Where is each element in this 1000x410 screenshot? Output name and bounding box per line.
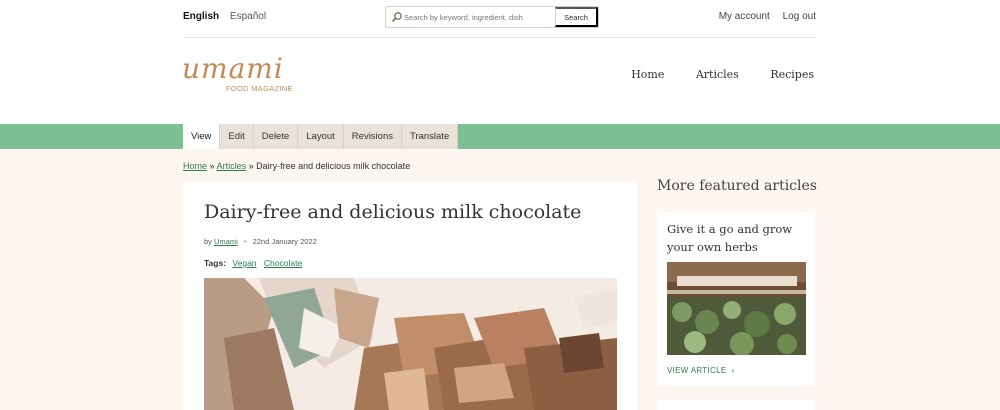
breadcrumb-articles[interactable]: Articles — [217, 161, 247, 171]
breadcrumb-home[interactable]: Home — [183, 161, 207, 171]
logo-wordmark: umami — [182, 52, 284, 85]
view-article-label: VIEW ARTICLE — [667, 366, 727, 375]
tab-translate[interactable]: Translate — [401, 124, 459, 149]
language-english[interactable]: English — [183, 11, 219, 22]
featured-article-card[interactable]: Give it a go and grow your own herbs VIE… — [657, 212, 815, 386]
featured-article-card-next[interactable] — [657, 400, 815, 410]
meta-separator-dot: • — [243, 237, 247, 246]
chevron-right-icon: › — [729, 366, 735, 375]
tag-chocolate[interactable]: Chocolate — [264, 258, 302, 268]
author-link[interactable]: Umami — [214, 237, 238, 246]
featured-article-image — [667, 262, 806, 355]
my-account-link[interactable]: My account — [719, 11, 770, 22]
logout-link[interactable]: Log out — [783, 11, 816, 22]
article-meta: by Umami • 22nd January 2022 — [204, 237, 317, 246]
language-spanish[interactable]: Español — [230, 11, 266, 22]
tabs-band — [0, 124, 1000, 149]
article-date: 22nd January 2022 — [252, 237, 317, 246]
article-tags: Tags: Vegan Chocolate — [204, 258, 307, 268]
breadcrumb-separator: » — [209, 161, 215, 171]
main-navigation: Home Articles Recipes — [603, 68, 814, 81]
sidebar-title: More featured articles — [657, 178, 817, 194]
breadcrumb: Home » Articles » Dairy-free and delicio… — [183, 161, 410, 171]
nav-recipes[interactable]: Recipes — [770, 68, 814, 81]
site-logo[interactable]: umami FOOD MAGAZINE — [182, 54, 302, 100]
search-form: Search — [385, 6, 599, 28]
account-links: My account Log out — [709, 11, 816, 22]
article-hero-image — [204, 278, 617, 410]
logo-tagline: FOOD MAGAZINE — [226, 84, 293, 93]
tag-vegan[interactable]: Vegan — [232, 258, 256, 268]
view-article-link[interactable]: VIEW ARTICLE › — [667, 366, 735, 375]
header-divider — [183, 37, 817, 38]
tab-view[interactable]: View — [183, 124, 221, 149]
tags-label: Tags: — [204, 258, 227, 268]
tab-revisions[interactable]: Revisions — [343, 124, 402, 149]
local-tasks-tabs: View Edit Delete Layout Revisions Transl… — [183, 124, 459, 149]
article-card: Dairy-free and delicious milk chocolate … — [183, 181, 637, 410]
search-icon — [392, 12, 402, 22]
nav-articles[interactable]: Articles — [696, 68, 739, 81]
article-title: Dairy-free and delicious milk chocolate — [204, 201, 582, 223]
tab-layout[interactable]: Layout — [298, 124, 344, 149]
language-switcher: English Español — [183, 11, 274, 22]
search-input[interactable] — [404, 9, 554, 25]
byline-prefix: by — [204, 237, 212, 246]
breadcrumb-current: Dairy-free and delicious milk chocolate — [256, 161, 411, 171]
breadcrumb-separator: » — [248, 161, 254, 171]
featured-article-title[interactable]: Give it a go and grow your own herbs — [667, 220, 807, 256]
tab-delete[interactable]: Delete — [253, 124, 299, 149]
nav-home[interactable]: Home — [631, 68, 664, 81]
search-button[interactable]: Search — [555, 7, 598, 27]
tab-edit[interactable]: Edit — [220, 124, 254, 149]
top-utility-bar: English Español Search My account Log ou… — [0, 0, 1000, 36]
